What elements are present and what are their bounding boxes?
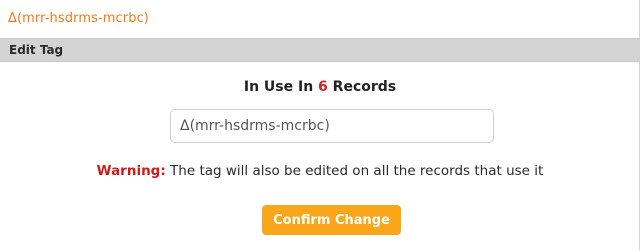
section-header: Edit Tag bbox=[0, 38, 640, 62]
usage-count: 6 bbox=[318, 79, 328, 95]
confirm-change-button[interactable]: Confirm Change bbox=[262, 205, 401, 235]
tag-name-input[interactable] bbox=[170, 109, 494, 143]
warning-message: Warning: The tag will also be edited on … bbox=[0, 161, 640, 181]
section-header-label: Edit Tag bbox=[9, 43, 64, 57]
edit-tag-panel: Δ(mrr-hsdrms-mcrbc) Edit Tag In Use In 6… bbox=[0, 0, 640, 251]
warning-label: Warning: bbox=[96, 163, 166, 179]
usage-prefix: In Use In bbox=[243, 79, 319, 95]
usage-suffix: Records bbox=[327, 79, 397, 95]
usage-summary: In Use In 6 Records bbox=[0, 77, 640, 97]
tag-name-title: Δ(mrr-hsdrms-mcrbc) bbox=[8, 11, 149, 26]
warning-text: The tag will also be edited on all the r… bbox=[165, 163, 544, 179]
